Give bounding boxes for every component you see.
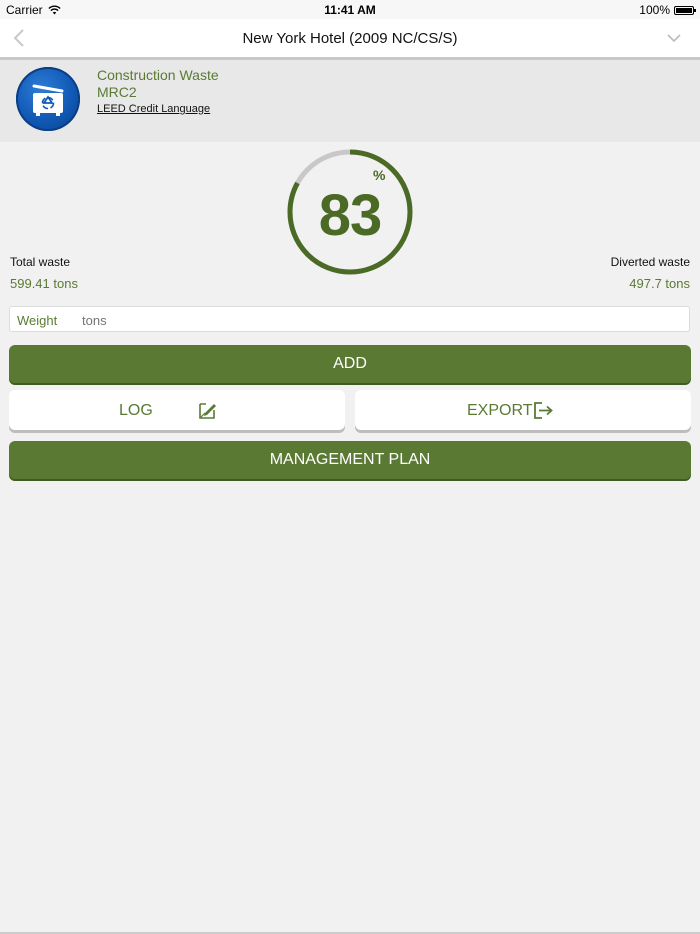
- diversion-gauge: 83 %: [285, 147, 415, 277]
- log-button[interactable]: LOG: [9, 390, 345, 430]
- gauge-value: 83: [318, 183, 383, 248]
- credit-code: MRC2: [97, 84, 137, 100]
- battery-indicator: 100%: [639, 3, 696, 17]
- export-icon: [534, 402, 553, 419]
- weight-label: Weight: [17, 313, 58, 328]
- project-title[interactable]: New York Hotel (2009 NC/CS/S): [0, 30, 700, 47]
- battery-icon: [674, 5, 696, 15]
- credit-header: Construction Waste MRC2 LEED Credit Lang…: [0, 60, 700, 142]
- diverted-waste-value: 497.7 tons: [629, 276, 690, 291]
- nav-bar: New York Hotel (2009 NC/CS/S): [0, 19, 700, 60]
- total-waste-label: Total waste: [10, 255, 71, 269]
- export-button[interactable]: EXPORT: [355, 390, 691, 430]
- edit-log-icon: [199, 403, 216, 419]
- credit-title: Construction Waste: [97, 67, 219, 83]
- export-button-label: EXPORT: [467, 402, 533, 419]
- status-bar: Carrier 11:41 AM 100%: [0, 0, 700, 19]
- total-waste-value: 599.41 tons: [10, 276, 78, 291]
- chevron-down-icon[interactable]: [666, 31, 682, 45]
- gauge-unit: %: [373, 167, 386, 183]
- log-button-label: LOG: [119, 402, 153, 419]
- status-time: 11:41 AM: [324, 3, 376, 17]
- management-plan-button[interactable]: MANAGEMENT PLAN: [9, 441, 691, 479]
- recycling-dumpster-icon: [16, 67, 80, 131]
- leed-credit-language-link[interactable]: LEED Credit Language: [97, 103, 210, 115]
- weight-input[interactable]: [80, 309, 684, 331]
- weight-field[interactable]: Weight: [9, 306, 690, 332]
- diverted-waste-label: Diverted waste: [610, 255, 690, 269]
- battery-percent: 100%: [639, 3, 670, 17]
- add-button[interactable]: ADD: [9, 345, 691, 383]
